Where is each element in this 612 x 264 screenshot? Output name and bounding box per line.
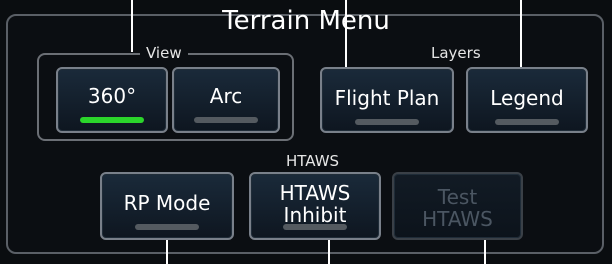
legend-label: Legend [490,86,564,110]
view-360-label: 360° [87,84,137,108]
rp-mode-indicator [135,224,199,230]
layers-group-label: Layers [425,44,487,62]
flight-plan-button[interactable]: Flight Plan [320,67,454,133]
callout-line-htaws-inhibit [328,236,330,264]
view-360-indicator [80,117,144,123]
rp-mode-button[interactable]: RP Mode [100,172,234,240]
callout-line-rp-mode [166,236,168,264]
legend-indicator [495,119,559,125]
rp-mode-label: RP Mode [123,191,211,215]
callout-line-legend [520,0,522,70]
view-360-button[interactable]: 360° [56,67,168,133]
htaws-inhibit-button[interactable]: HTAWS Inhibit [249,172,381,240]
view-arc-button[interactable]: Arc [172,67,280,133]
htaws-group-label: HTAWS [280,152,346,170]
flight-plan-label: Flight Plan [334,86,440,110]
callout-line-flight-plan [345,0,347,70]
callout-line-view [131,0,133,52]
view-arc-indicator [194,117,258,123]
legend-button[interactable]: Legend [466,67,588,133]
view-group-label: View [140,44,188,62]
terrain-menu-panel: Terrain Menu View 360° Arc Layers Flight… [0,0,612,264]
flight-plan-indicator [355,119,419,125]
test-htaws-button[interactable]: Test HTAWS [392,172,523,240]
test-htaws-label: Test HTAWS [422,185,493,231]
htaws-inhibit-label: HTAWS Inhibit [279,181,351,227]
view-arc-label: Arc [209,84,243,108]
htaws-inhibit-indicator [283,224,347,230]
callout-line-test-htaws [484,236,486,264]
